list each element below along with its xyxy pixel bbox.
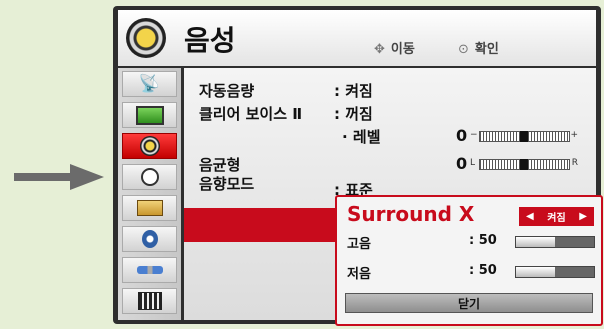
balance-value: 0 (456, 154, 468, 173)
left-speaker-icon: L (470, 158, 476, 168)
treble-label[interactable]: 고음 (347, 233, 371, 252)
clear-voice-label[interactable]: 클리어 보이스 Ⅱ (199, 103, 302, 124)
sidebar-item-setup[interactable] (122, 195, 177, 221)
sidebar-item-time[interactable] (122, 164, 177, 190)
clear-voice-value: : 꺼짐 (334, 105, 373, 123)
arrow-left-icon[interactable]: ◀ (526, 211, 534, 222)
pointer-arrow-icon (14, 164, 104, 190)
lock-icon (141, 230, 158, 248)
hint-move: ✥ 이동 (374, 42, 415, 57)
toolbox-icon (136, 200, 163, 216)
minus-icon: − (470, 130, 478, 140)
surround-toggle-value: 켜짐 (547, 213, 566, 224)
bass-value: : 50 (469, 263, 497, 278)
sidebar-item-picture[interactable] (122, 102, 177, 128)
close-button[interactable]: 닫기 (345, 293, 593, 313)
auto-volume-label[interactable]: 자동음량 (199, 80, 254, 101)
treble-slider-fill (516, 237, 555, 247)
auto-volume-value: : 켜짐 (334, 82, 373, 100)
ok-button-icon: ⊙ (458, 42, 469, 57)
film-icon (137, 292, 162, 310)
bass-label[interactable]: 저음 (347, 263, 371, 282)
level-slider-knob[interactable] (520, 131, 528, 142)
sidebar-item-input[interactable] (122, 257, 177, 283)
speaker-icon (139, 136, 160, 156)
menu-header: 음성 ✥ 이동 ⊙ 확인 (118, 10, 596, 66)
balance-label[interactable]: 음균형 (199, 154, 240, 175)
satellite-icon: 📡 (138, 73, 161, 94)
sound-mode-label[interactable]: 음향모드 (199, 173, 254, 194)
dpad-icon: ✥ (374, 42, 385, 57)
surround-toggle[interactable]: ◀ 켜짐 ▶ (519, 207, 594, 226)
balance-slider-knob[interactable] (520, 159, 528, 170)
sidebar-item-satellite[interactable]: 📡 (122, 71, 177, 97)
arrow-right-icon[interactable]: ▶ (579, 211, 587, 222)
bass-slider-fill (516, 267, 555, 277)
page-title: 음성 (184, 24, 236, 57)
sidebar: 📡 (118, 68, 181, 320)
balance-slider[interactable]: L R (470, 158, 578, 170)
cable-icon (136, 266, 163, 274)
treble-value: : 50 (469, 233, 497, 248)
plus-icon: + (570, 130, 578, 140)
bass-slider[interactable] (515, 266, 595, 278)
hint-ok: ⊙ 확인 (458, 42, 499, 57)
sidebar-item-lock[interactable] (122, 226, 177, 252)
tv-screen-icon (135, 105, 164, 125)
speaker-icon (126, 18, 166, 58)
level-label[interactable]: · 레벨 (342, 126, 381, 147)
surround-x-popup: Surround X ◀ 켜짐 ▶ 고음 : 50 저음 : 50 닫기 (335, 195, 603, 326)
sidebar-item-media[interactable] (122, 288, 177, 314)
right-speaker-icon: R (571, 158, 578, 168)
sidebar-item-sound[interactable] (122, 133, 177, 159)
level-slider[interactable]: − + (470, 130, 578, 142)
popup-title: Surround X (347, 202, 475, 226)
treble-slider[interactable] (515, 236, 595, 248)
level-value: 0 (456, 126, 468, 145)
clock-icon (140, 168, 159, 186)
